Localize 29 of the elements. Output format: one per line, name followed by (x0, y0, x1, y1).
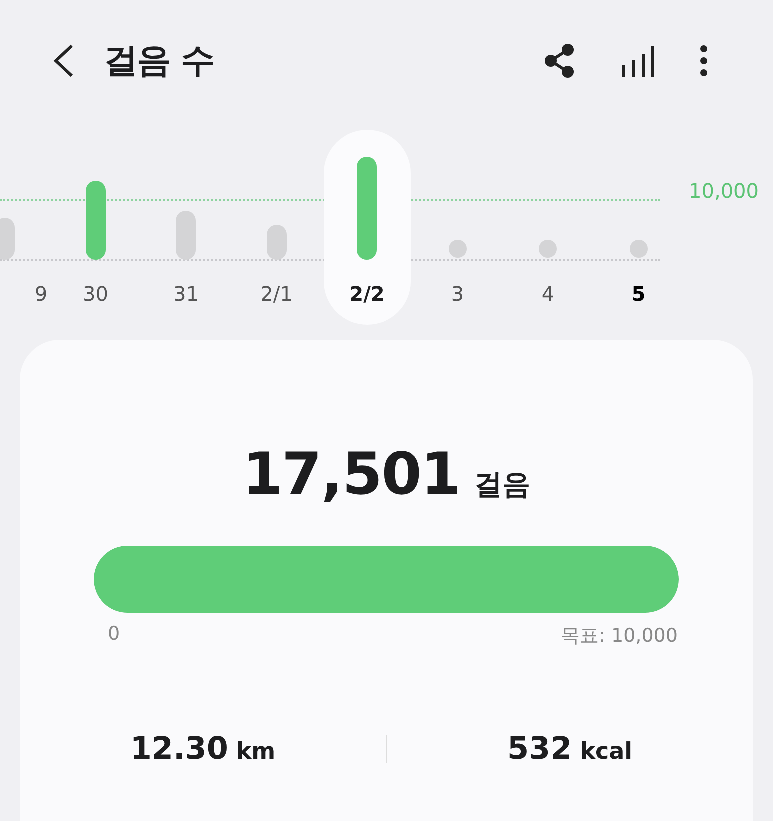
goal-label: 목표: 10,000 (561, 624, 678, 649)
day-label: 9 (34, 282, 48, 306)
step-bar[interactable] (86, 181, 106, 260)
empty-day-dot[interactable] (539, 240, 558, 258)
step-bar[interactable] (0, 218, 16, 260)
step-unit: 걸음 (474, 467, 530, 503)
stat-value: 12.30 (130, 731, 228, 767)
empty-day-dot[interactable] (448, 240, 467, 258)
stat-unit: km (236, 739, 276, 765)
day-label: 2/2 (350, 282, 385, 306)
progress-min-label: 0 (108, 623, 120, 647)
step-bar[interactable] (176, 211, 196, 260)
stat-unit: kcal (580, 739, 633, 765)
goal-line-label: 10,000 (689, 179, 759, 203)
empty-day-dot[interactable] (630, 240, 648, 258)
page-title: 걸음 수 (104, 40, 214, 83)
day-label: 4 (542, 282, 555, 306)
day-label: 31 (174, 282, 199, 306)
more-button[interactable] (699, 45, 709, 77)
stat-value: 532 (507, 731, 572, 767)
day-label: 5 (632, 282, 646, 306)
day-label: 2/1 (260, 282, 293, 306)
chart-button[interactable] (621, 44, 655, 78)
step-bar[interactable] (357, 157, 378, 260)
share-button[interactable] (545, 44, 575, 78)
step-bar[interactable] (266, 225, 287, 260)
day-label: 3 (451, 282, 464, 306)
day-label: 30 (83, 282, 108, 306)
step-count: 17,501 (242, 440, 460, 508)
